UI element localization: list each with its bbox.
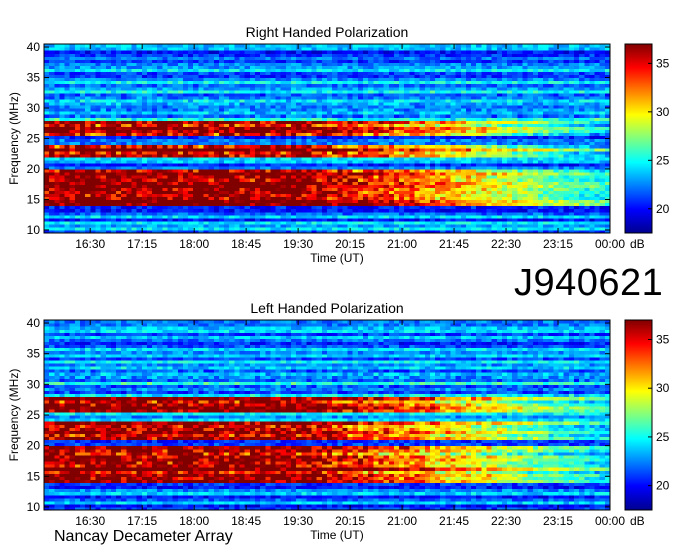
- x-tick-label: 18:45: [231, 237, 261, 251]
- x-tick-label: 21:00: [387, 514, 417, 528]
- y-tick-label: 10: [27, 223, 41, 237]
- x-tick-label: 22:30: [491, 514, 521, 528]
- y-axis-label: Frequency (MHz): [7, 92, 21, 185]
- spectrogram: [44, 44, 611, 234]
- y-tick-label: 15: [27, 469, 41, 483]
- colorbar-tick-label: 35: [656, 332, 670, 346]
- y-axis-label: Frequency (MHz): [7, 369, 21, 462]
- y-tick-label: 25: [27, 132, 41, 146]
- y-tick-label: 35: [27, 71, 41, 85]
- x-tick-label: 21:00: [387, 237, 417, 251]
- y-tick-label: 40: [27, 316, 41, 330]
- x-axis-label: Time (UT): [310, 251, 364, 265]
- x-tick-label: 23:15: [543, 514, 573, 528]
- footer-label: Nancay Decameter Array: [54, 528, 233, 545]
- x-tick-label: 00:00: [595, 237, 625, 251]
- x-tick-label: 18:45: [231, 514, 261, 528]
- x-tick-label: 22:30: [491, 237, 521, 251]
- x-tick-label: 20:15: [335, 514, 365, 528]
- right-polarization-panel: Right Handed Polarization 16:30 17:15 18:00…: [7, 24, 670, 265]
- spectrogram: [44, 320, 611, 511]
- x-tick-label: 16:30: [75, 514, 105, 528]
- y-tick-label: 35: [27, 347, 41, 361]
- y-tick-label: 15: [27, 192, 41, 206]
- x-tick-label: 18:00: [179, 237, 209, 251]
- y-tick-label: 20: [27, 162, 41, 176]
- colorbar-tick-label: 20: [656, 479, 670, 493]
- x-tick-label: 20:15: [335, 237, 365, 251]
- x-tick-label: 19:30: [283, 237, 313, 251]
- colorbar-tick-label: 25: [656, 430, 670, 444]
- colorbar-unit: dB: [630, 514, 645, 528]
- y-tick-label: 40: [27, 40, 41, 54]
- colorbar-tick-label: 25: [656, 153, 670, 167]
- x-tick-label: 00:00: [595, 514, 625, 528]
- x-axis-label: Time (UT): [310, 528, 364, 542]
- left-polarization-panel: Left Handed Polarization 16:30 17:15 18:00 1…: [7, 300, 670, 542]
- id-label: J940621: [514, 262, 664, 304]
- colorbar-unit: dB: [630, 237, 645, 251]
- colorbar-tick-label: 20: [656, 202, 670, 216]
- x-tick-label: 21:45: [439, 237, 469, 251]
- colorbar-tick-label: 30: [656, 105, 670, 119]
- chart-title: Left Handed Polarization: [250, 300, 403, 316]
- colorbar-tick-label: 35: [656, 56, 670, 70]
- y-tick-label: 25: [27, 408, 41, 422]
- colorbar: [624, 319, 653, 511]
- chart-title: Right Handed Polarization: [246, 24, 409, 40]
- colorbar-tick-label: 30: [656, 381, 670, 395]
- y-tick-label: 20: [27, 439, 41, 453]
- x-tick-label: 17:15: [127, 514, 157, 528]
- x-tick-label: 16:30: [75, 237, 105, 251]
- colorbar: [624, 43, 653, 234]
- y-tick-label: 30: [27, 101, 41, 115]
- x-tick-label: 19:30: [283, 514, 313, 528]
- y-tick-label: 30: [27, 377, 41, 391]
- x-tick-label: 17:15: [127, 237, 157, 251]
- x-tick-label: 23:15: [543, 237, 573, 251]
- x-tick-label: 21:45: [439, 514, 469, 528]
- y-tick-label: 10: [27, 500, 41, 514]
- x-tick-label: 18:00: [179, 514, 209, 528]
